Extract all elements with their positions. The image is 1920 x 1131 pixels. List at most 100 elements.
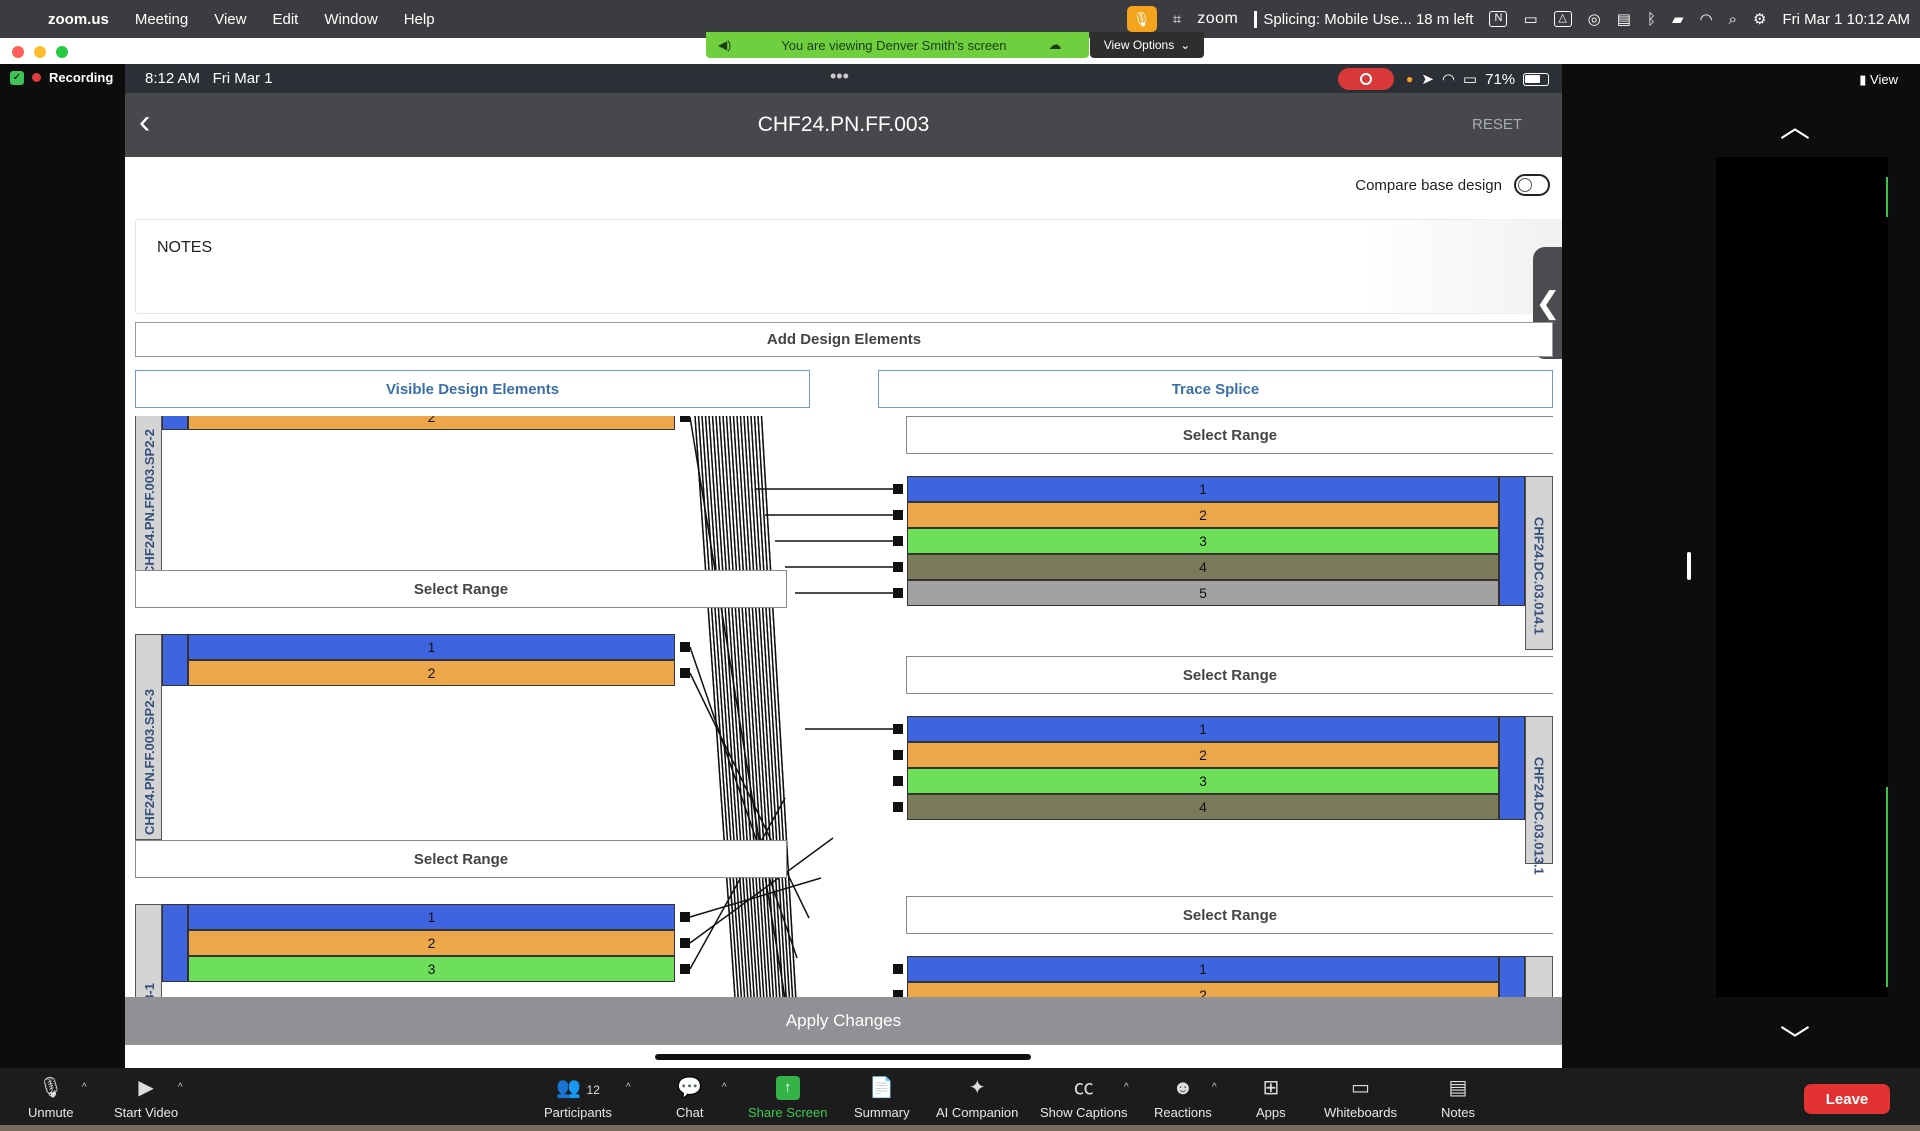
fiber-row[interactable]: 2 bbox=[188, 660, 675, 686]
select-range-button[interactable]: Select Range bbox=[906, 416, 1553, 454]
fiber-row[interactable]: 1 bbox=[907, 716, 1499, 742]
input-source-icon[interactable]: ⌗ bbox=[1173, 11, 1181, 28]
chevron-up-icon[interactable]: ︿ bbox=[1780, 102, 1810, 146]
participants-button[interactable]: 👥 12 Participants bbox=[544, 1076, 612, 1120]
participants-caret[interactable]: ^ bbox=[626, 1082, 631, 1093]
unmute-button[interactable]: 🎙 Unmute bbox=[28, 1076, 74, 1120]
bluetooth-icon[interactable]: ᛒ bbox=[1647, 11, 1656, 28]
view-layout-button[interactable]: ▮ View bbox=[1859, 72, 1898, 88]
splice-port-icon[interactable] bbox=[680, 938, 690, 948]
splice-port-icon[interactable] bbox=[893, 776, 903, 786]
menubar-datetime[interactable]: Fri Mar 1 10:12 AM bbox=[1782, 11, 1910, 28]
menu-help[interactable]: Help bbox=[404, 11, 435, 28]
view-options-button[interactable]: View Options ⌄ bbox=[1090, 32, 1204, 58]
select-range-button[interactable]: Select Range bbox=[135, 840, 787, 878]
audio-options-caret[interactable]: ^ bbox=[82, 1082, 87, 1093]
battery-menu-icon[interactable]: ▰ bbox=[1672, 10, 1684, 28]
splice-port-icon[interactable] bbox=[680, 642, 690, 652]
zoom-status-logo[interactable]: zoom bbox=[1197, 10, 1238, 28]
security-shield-icon[interactable]: ✓ bbox=[10, 70, 24, 85]
fiber-row[interactable]: 4 bbox=[907, 554, 1499, 580]
menu-view[interactable]: View bbox=[214, 11, 246, 28]
fiber-row[interactable]: 1 bbox=[188, 904, 675, 930]
select-range-button[interactable]: Select Range bbox=[135, 570, 787, 608]
reset-button[interactable]: RESET bbox=[1472, 116, 1522, 133]
close-window-button[interactable] bbox=[12, 46, 24, 58]
compare-toggle[interactable] bbox=[1514, 174, 1550, 196]
splice-port-icon[interactable] bbox=[893, 964, 903, 974]
cc-icon[interactable]: ◎ bbox=[1588, 10, 1601, 28]
menu-edit[interactable]: Edit bbox=[272, 11, 298, 28]
add-design-elements-button[interactable]: Add Design Elements bbox=[135, 322, 1553, 357]
splice-port-icon[interactable] bbox=[680, 912, 690, 922]
fiber-row[interactable]: 1 bbox=[907, 476, 1499, 502]
keyboard-icon[interactable]: ▤ bbox=[1617, 10, 1631, 28]
splice-port-icon[interactable] bbox=[893, 588, 903, 598]
search-icon[interactable]: ⌕ bbox=[1729, 11, 1737, 28]
fiber-row[interactable]: 3 bbox=[907, 768, 1499, 794]
notes-box[interactable]: NOTES bbox=[135, 219, 1553, 314]
display-icon[interactable]: ▭ bbox=[1523, 10, 1537, 28]
splice-port-icon[interactable] bbox=[893, 510, 903, 520]
splice-port-icon[interactable] bbox=[893, 750, 903, 760]
wifi-icon[interactable]: ◠ bbox=[1700, 10, 1713, 28]
splice-diagram[interactable]: CHF24.PN.FF.003.SP2-2 2 Select Range CHF24.… bbox=[135, 416, 1553, 998]
chat-button[interactable]: 💬 Chat bbox=[676, 1076, 703, 1120]
splice-port-icon[interactable] bbox=[680, 668, 690, 678]
tab-trace-splice[interactable]: Trace Splice bbox=[878, 370, 1553, 408]
show-captions-button[interactable]: ㏄ Show Captions bbox=[1040, 1076, 1127, 1120]
splice-port-icon[interactable] bbox=[893, 484, 903, 494]
fiber-row[interactable]: 1 bbox=[188, 634, 675, 660]
select-range-button[interactable]: Select Range bbox=[906, 656, 1553, 694]
minimize-window-button[interactable] bbox=[34, 46, 46, 58]
fiber-row[interactable]: 2 bbox=[188, 930, 675, 956]
splice-port-icon[interactable] bbox=[893, 724, 903, 734]
leave-button[interactable]: Leave bbox=[1804, 1084, 1890, 1114]
drive-icon[interactable]: △ bbox=[1553, 11, 1572, 27]
apply-changes-button[interactable]: Apply Changes bbox=[125, 997, 1562, 1045]
reactions-caret[interactable]: ^ bbox=[1212, 1082, 1217, 1093]
fiber-row[interactable]: 1 bbox=[907, 956, 1499, 982]
maximize-window-button[interactable] bbox=[56, 46, 68, 58]
splice-port-icon[interactable] bbox=[680, 416, 690, 422]
drag-handle[interactable] bbox=[1687, 552, 1691, 580]
apps-button[interactable]: ⊞ Apps bbox=[1256, 1076, 1286, 1120]
calendar-status[interactable]: Splicing: Mobile Use... 18 m left bbox=[1254, 10, 1473, 28]
fiber-row[interactable]: 2 bbox=[188, 416, 675, 430]
cable-name: SP8-1 bbox=[136, 983, 163, 998]
splice-port-icon[interactable] bbox=[893, 562, 903, 572]
fiber-row[interactable]: 3 bbox=[188, 956, 675, 982]
menu-meeting[interactable]: Meeting bbox=[135, 11, 188, 28]
fiber-row[interactable]: 5 bbox=[907, 580, 1499, 606]
mic-in-use-icon[interactable]: 🎙 bbox=[1126, 6, 1157, 32]
splice-port-icon[interactable] bbox=[680, 964, 690, 974]
fiber-row[interactable]: 4 bbox=[907, 794, 1499, 820]
chat-caret[interactable]: ^ bbox=[722, 1082, 727, 1093]
chevron-down-icon[interactable]: ﹀ bbox=[1780, 1016, 1810, 1060]
splice-port-icon[interactable] bbox=[893, 536, 903, 546]
multitask-dots-icon[interactable]: ••• bbox=[830, 66, 849, 87]
summary-button[interactable]: 📄 Summary bbox=[854, 1076, 910, 1120]
splice-port-icon[interactable] bbox=[893, 802, 903, 812]
reactions-button[interactable]: ☻ Reactions bbox=[1154, 1076, 1212, 1120]
ai-companion-button[interactable]: ✦ AI Companion bbox=[936, 1076, 1018, 1120]
fiber-row[interactable]: 2 bbox=[907, 742, 1499, 768]
tab-visible-design-elements[interactable]: Visible Design Elements bbox=[135, 370, 810, 408]
fiber-row[interactable]: 2 bbox=[907, 982, 1499, 998]
select-range-button[interactable]: Select Range bbox=[906, 896, 1553, 934]
fiber-row[interactable]: 3 bbox=[907, 528, 1499, 554]
captions-caret[interactable]: ^ bbox=[1124, 1082, 1129, 1093]
share-screen-button[interactable]: ↑ Share Screen bbox=[748, 1076, 828, 1120]
recording-indicator[interactable]: ✓ Recording bbox=[10, 70, 113, 85]
notes-button[interactable]: ▤ Notes bbox=[1441, 1076, 1475, 1120]
whiteboards-button[interactable]: ▭ Whiteboards bbox=[1324, 1076, 1397, 1120]
app-menu[interactable]: zoom.us bbox=[48, 11, 109, 28]
menu-window[interactable]: Window bbox=[324, 11, 377, 28]
fiber-row[interactable]: 2 bbox=[907, 502, 1499, 528]
screen-record-icon[interactable] bbox=[1338, 68, 1394, 90]
control-center-icon[interactable]: ⚙ bbox=[1753, 10, 1766, 28]
video-options-caret[interactable]: ^ bbox=[178, 1082, 183, 1093]
start-video-button[interactable]: ▶ Start Video bbox=[114, 1076, 178, 1120]
notion-icon[interactable]: N bbox=[1489, 11, 1508, 27]
home-indicator[interactable] bbox=[655, 1054, 1031, 1060]
